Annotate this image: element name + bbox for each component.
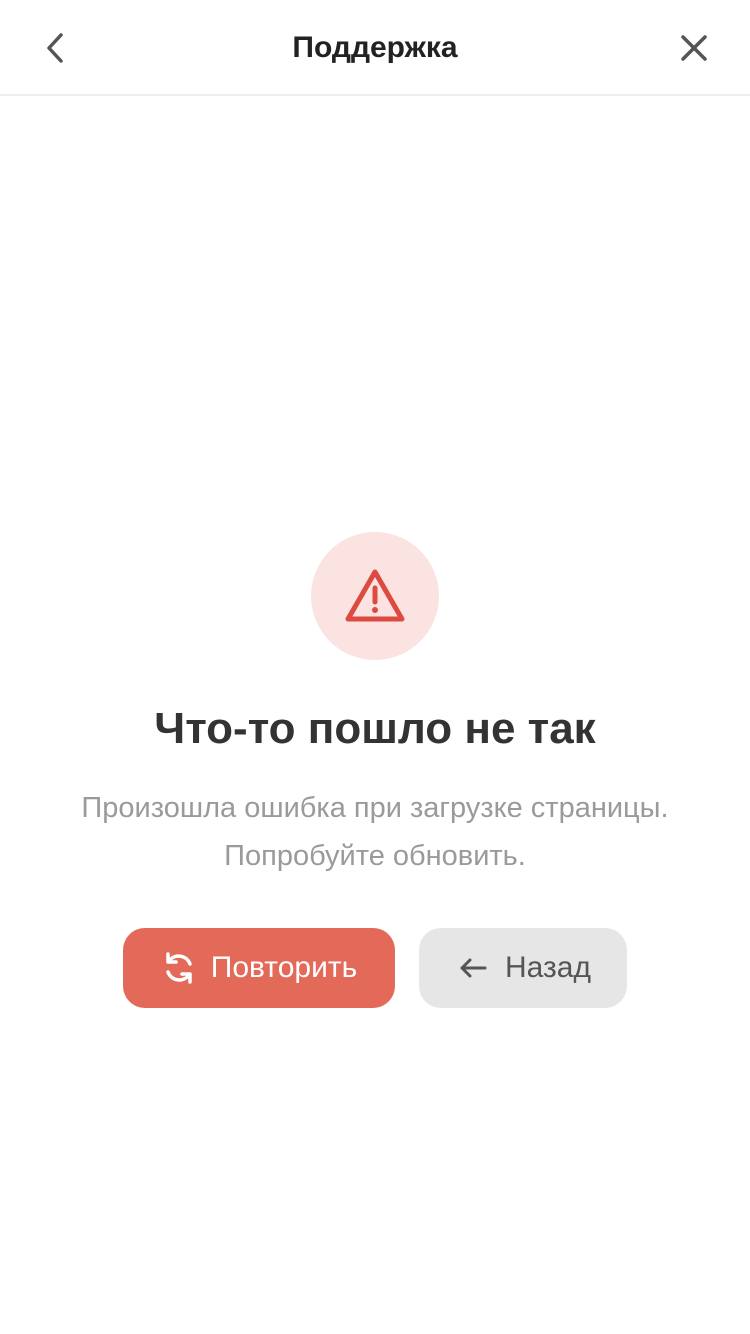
refresh-icon [161,950,197,986]
error-message-line: Попробуйте обновить. [224,840,526,872]
close-icon [681,35,707,61]
retry-button[interactable]: Повторить [123,928,395,1008]
error-title: Что-то пошло не так [154,704,596,753]
back-button[interactable] [28,20,84,76]
action-buttons: Повторить Назад [123,928,627,1008]
error-message-line: Произошла ошибка при загрузке страницы. [81,792,669,824]
close-button[interactable] [666,20,722,76]
navigation-bar: Поддержка [0,0,750,96]
arrow-left-icon [455,950,491,986]
retry-button-label: Повторить [210,951,358,984]
warning-triangle-icon [345,569,405,622]
page-title: Поддержка [292,31,458,64]
back-action-button[interactable]: Назад [419,928,627,1008]
chevron-left-icon [47,33,63,63]
error-state: Что-то пошло не так Произошла ошибка при… [0,532,750,1008]
back-button-label: Назад [505,951,591,984]
error-message: Произошла ошибка при загрузке страницы. … [35,784,715,880]
warning-badge [311,532,439,660]
